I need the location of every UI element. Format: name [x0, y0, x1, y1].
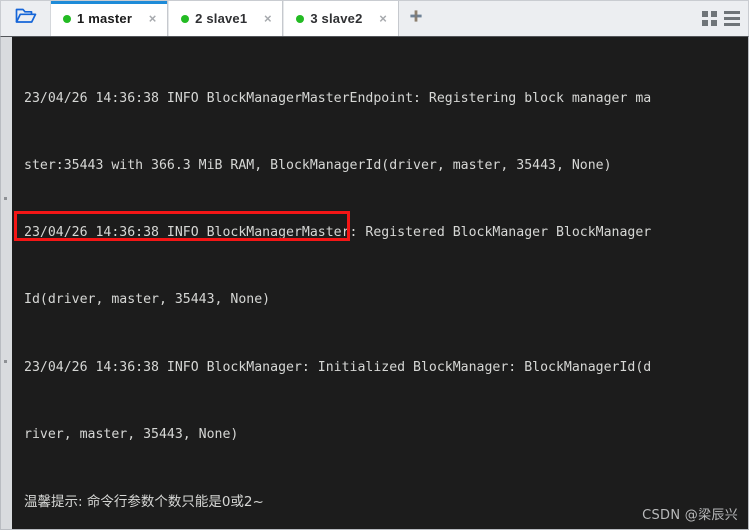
tab-label: 1 master: [77, 11, 133, 26]
tab-close-icon[interactable]: ×: [377, 12, 390, 25]
terminal-output[interactable]: 23/04/26 14:36:38 INFO BlockManagerMaste…: [12, 37, 748, 529]
terminal-line: Id(driver, master, 35443, None): [24, 292, 271, 308]
open-folder-button[interactable]: [1, 1, 51, 36]
open-folder-icon: [14, 6, 38, 31]
tab-3-slave2[interactable]: 3 slave2 ×: [283, 1, 399, 36]
hamburger-menu-icon[interactable]: [724, 11, 740, 26]
tab-label: 3 slave2: [310, 11, 363, 26]
tab-close-icon[interactable]: ×: [146, 12, 159, 25]
new-tab-button[interactable]: [398, 1, 433, 36]
tab-bar-actions: [702, 1, 748, 36]
terminal-line: 23/04/26 14:36:38 INFO BlockManagerMaste…: [24, 90, 652, 106]
grid-view-icon[interactable]: [702, 11, 717, 26]
watermark: CSDN @梁辰兴: [642, 508, 738, 523]
terminal-line: river, master, 35443, None): [24, 426, 239, 442]
tab-1-master[interactable]: 1 master ×: [51, 1, 169, 36]
terminal-warning-line: 温馨提示: 命令行参数个数只能是0或2~: [24, 494, 264, 511]
tab-strip: 1 master × 2 slave1 × 3 slave2 ×: [51, 1, 399, 36]
terminal-line: 23/04/26 14:36:38 INFO BlockManager: Ini…: [24, 359, 652, 375]
tab-bar-spacer: [432, 1, 702, 36]
tab-bar: 1 master × 2 slave1 × 3 slave2 ×: [0, 0, 749, 36]
terminal-line: 23/04/26 14:36:38 INFO BlockManagerMaste…: [24, 225, 652, 241]
terminal-pane: 23/04/26 14:36:38 INFO BlockManagerMaste…: [0, 36, 749, 530]
tab-status-dot-icon: [296, 14, 305, 23]
tab-close-icon[interactable]: ×: [261, 12, 274, 25]
terminal-window: 1 master × 2 slave1 × 3 slave2 × 23/04/2…: [0, 0, 749, 530]
terminal-line: ster:35443 with 366.3 MiB RAM, BlockMana…: [24, 158, 612, 174]
tab-status-dot-icon: [181, 14, 190, 23]
tab-label: 2 slave1: [195, 11, 248, 26]
plus-icon: [409, 9, 423, 28]
tab-status-dot-icon: [63, 14, 71, 23]
terminal-gutter-scrollbar[interactable]: [1, 37, 12, 529]
tab-2-slave1[interactable]: 2 slave1 ×: [168, 1, 284, 36]
gutter-marks: [4, 197, 7, 523]
